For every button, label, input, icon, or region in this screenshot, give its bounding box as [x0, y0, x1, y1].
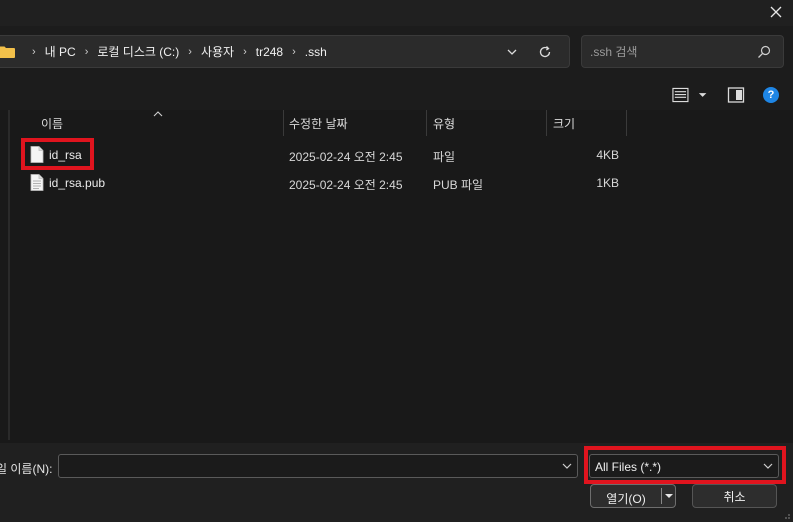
file-size: 4KB	[596, 148, 619, 162]
file-modified: 2025-02-24 오전 2:45	[289, 178, 403, 192]
file-type: 파일	[433, 150, 456, 164]
chevron-right-icon: ›	[32, 45, 36, 58]
breadcrumb: › 내 PC › 로컬 디스크 (C:) › 사용자 › tr248 › .ss…	[0, 36, 327, 67]
column-header-type[interactable]: 유형	[433, 110, 455, 136]
file-modified: 2025-02-24 오전 2:45	[289, 150, 403, 164]
file-type: PUB 파일	[433, 178, 484, 192]
column-divider[interactable]	[283, 110, 284, 136]
help-icon[interactable]: ?	[763, 87, 779, 103]
cancel-button[interactable]: 취소	[692, 484, 777, 508]
toolbar: ?	[0, 80, 793, 110]
search-input[interactable]	[590, 43, 750, 61]
column-header-modified[interactable]: 수정한 날짜	[289, 110, 348, 136]
breadcrumb-item-users[interactable]: 사용자	[201, 43, 234, 60]
close-icon[interactable]	[765, 2, 787, 22]
breadcrumb-item-pc[interactable]: 내 PC	[45, 43, 76, 60]
sort-ascending-icon	[153, 111, 163, 117]
file-size: 1KB	[596, 176, 619, 190]
text-file-icon	[30, 174, 44, 191]
refresh-icon[interactable]	[537, 44, 553, 60]
cancel-button-label: 취소	[723, 489, 746, 504]
preview-pane-icon[interactable]	[727, 86, 745, 104]
breadcrumb-item-disk[interactable]: 로컬 디스크 (C:)	[97, 43, 179, 60]
caret-down-icon[interactable]	[664, 491, 674, 501]
folder-icon	[0, 46, 15, 58]
resize-grip-icon[interactable]	[781, 510, 791, 520]
details-view-icon	[672, 87, 689, 103]
file-name: id_rsa.pub	[49, 176, 106, 190]
address-bar[interactable]: › 내 PC › 로컬 디스크 (C:) › 사용자 › tr248 › .ss…	[0, 35, 570, 68]
chevron-right-icon: ›	[292, 45, 296, 58]
open-button-label: 열기(O)	[606, 492, 646, 506]
open-button[interactable]: 열기(O)	[590, 484, 676, 508]
chevron-right-icon: ›	[84, 45, 89, 58]
filename-label: 일 이름(N):	[0, 462, 53, 476]
chevron-down-icon[interactable]	[561, 460, 573, 472]
column-header-name[interactable]: 이름	[41, 110, 63, 136]
column-divider[interactable]	[626, 110, 627, 136]
view-options-button[interactable]	[672, 86, 710, 104]
chevron-right-icon: ›	[188, 45, 192, 58]
column-divider[interactable]	[546, 110, 547, 136]
title-bar	[0, 0, 793, 26]
highlight-box-filetype	[584, 446, 786, 484]
search-box[interactable]	[581, 35, 784, 68]
filename-input[interactable]	[65, 458, 545, 474]
address-row: › 내 PC › 로컬 디스크 (C:) › 사용자 › tr248 › .ss…	[0, 26, 793, 80]
search-icon[interactable]	[757, 45, 771, 59]
highlight-box-id-rsa	[21, 138, 94, 170]
file-row[interactable]: id_rsa 2025-02-24 오전 2:45 파일 4KB	[20, 142, 630, 168]
column-header-size[interactable]: 크기	[553, 110, 575, 136]
file-list: 이름 수정한 날짜 유형 크기 id_rsa 2025-02-24 오전 2:4…	[0, 110, 793, 443]
breadcrumb-item-user[interactable]: tr248	[256, 45, 283, 59]
chevron-right-icon: ›	[243, 45, 247, 58]
chevron-down-icon[interactable]	[505, 45, 519, 59]
file-row[interactable]: id_rsa.pub 2025-02-24 오전 2:45 PUB 파일 1KB	[20, 170, 630, 196]
breadcrumb-item-ssh[interactable]: .ssh	[305, 45, 327, 59]
filename-combobox[interactable]	[58, 454, 578, 478]
column-divider[interactable]	[426, 110, 427, 136]
split-divider	[661, 488, 662, 504]
nav-pane-edge	[8, 110, 10, 440]
caret-down-icon	[698, 93, 707, 97]
